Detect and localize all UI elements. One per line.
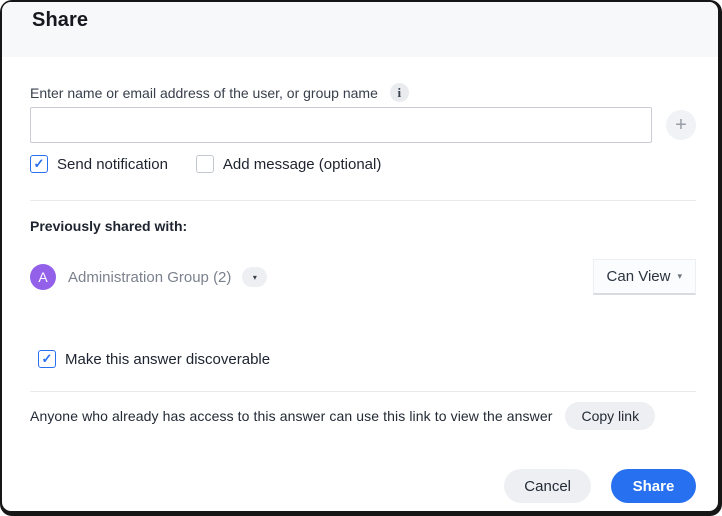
checkmark-icon: ✓ xyxy=(42,351,53,367)
expand-group-button[interactable]: ▾ xyxy=(242,267,267,287)
recipient-field-label: Enter name or email address of the user,… xyxy=(30,85,378,101)
recipient-label-row: Enter name or email address of the user,… xyxy=(30,83,696,102)
add-message-option[interactable]: Add message (optional) xyxy=(196,155,381,173)
share-link-text: Anyone who already has access to this an… xyxy=(30,408,552,424)
send-notification-checkbox[interactable]: ✓ xyxy=(30,155,48,173)
dialog-shadow-frame: Share Enter name or email address of the… xyxy=(0,0,722,516)
avatar: A xyxy=(30,264,56,290)
info-icon[interactable]: i xyxy=(390,83,409,102)
shared-group-name: Administration Group (2) xyxy=(68,269,231,286)
recipient-input[interactable] xyxy=(30,107,652,143)
dialog-body: Enter name or email address of the user,… xyxy=(2,57,718,511)
send-notification-option[interactable]: ✓ Send notification xyxy=(30,155,168,173)
shared-entry-row: A Administration Group (2) ▾ Can View ▾ xyxy=(30,259,696,295)
add-message-checkbox[interactable] xyxy=(196,155,214,173)
dialog-footer: Cancel Share xyxy=(30,469,696,503)
divider xyxy=(30,391,696,392)
plus-icon: + xyxy=(675,115,687,135)
discoverable-option[interactable]: ✓ Make this answer discoverable xyxy=(38,350,696,368)
discoverable-checkbox[interactable]: ✓ xyxy=(38,350,56,368)
dialog-header: Share xyxy=(2,2,718,57)
permission-label: Can View xyxy=(607,268,671,285)
notification-options-row: ✓ Send notification Add message (optiona… xyxy=(30,155,696,173)
discoverable-label: Make this answer discoverable xyxy=(65,351,270,368)
checkmark-icon: ✓ xyxy=(34,156,45,172)
share-link-row: Anyone who already has access to this an… xyxy=(30,402,696,430)
send-notification-label: Send notification xyxy=(57,156,168,173)
share-dialog: Share Enter name or email address of the… xyxy=(2,2,718,511)
chevron-down-icon: ▾ xyxy=(253,273,257,282)
divider xyxy=(30,200,696,201)
share-button[interactable]: Share xyxy=(611,469,696,503)
copy-link-button[interactable]: Copy link xyxy=(565,402,655,430)
dialog-title: Share xyxy=(32,9,718,32)
cancel-button[interactable]: Cancel xyxy=(504,469,591,503)
chevron-down-icon: ▾ xyxy=(677,271,682,282)
recipient-input-row: + xyxy=(30,107,696,143)
permission-dropdown[interactable]: Can View ▾ xyxy=(593,259,696,295)
previously-shared-heading: Previously shared with: xyxy=(30,218,696,234)
add-message-label: Add message (optional) xyxy=(223,156,381,173)
add-recipient-button[interactable]: + xyxy=(666,110,696,140)
